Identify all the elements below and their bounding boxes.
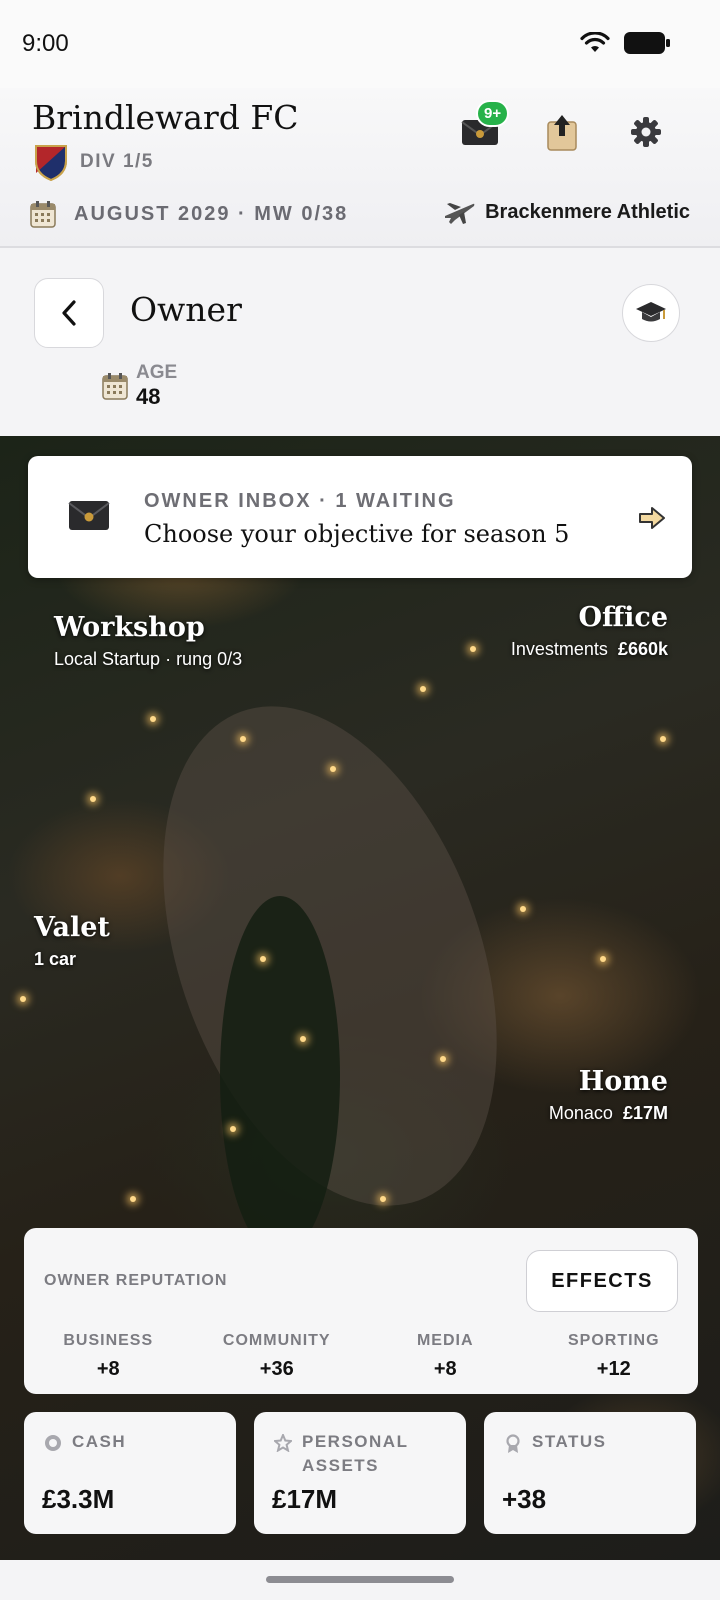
age-label: AGE — [136, 362, 178, 383]
date-row: AUGUST 2029 · MW 0/38 — [30, 200, 348, 228]
home-location[interactable]: Home Monaco £17M — [549, 1066, 668, 1124]
home-bar — [0, 1560, 720, 1600]
award-icon — [506, 1434, 520, 1453]
reputation-stat-sporting: SPORTING +12 — [530, 1332, 699, 1381]
stat-label: MEDIA — [416, 1332, 474, 1349]
garden-light — [660, 736, 666, 742]
tutorial-button[interactable] — [622, 284, 680, 342]
calendar-icon — [30, 201, 56, 228]
club-crest-icon — [35, 145, 67, 181]
reputation-stat-business: BUSINESS +8 — [24, 1332, 193, 1381]
star-icon — [274, 1434, 292, 1452]
chevron-left-icon — [62, 300, 76, 326]
cash-value: £3.3M — [42, 1484, 115, 1514]
personal-assets-card[interactable]: PERSONAL ASSETS £17M — [254, 1412, 466, 1534]
club-name: Brindleward FC — [32, 98, 299, 137]
reputation-stats: BUSINESS +8 COMMUNITY +36 MEDIA +8 SPORT… — [24, 1332, 698, 1381]
stat-label: COMMUNITY — [222, 1332, 331, 1349]
date-text: AUGUST 2029 · MW 0/38 — [74, 202, 349, 225]
workshop-location[interactable]: Workshop Local Startup · rung 0/3 — [54, 612, 242, 670]
division-label: DIV 1/5 — [80, 151, 154, 172]
garden-light — [520, 906, 526, 912]
home-sub-label: Monaco — [548, 1103, 613, 1123]
garden-light — [150, 716, 156, 722]
garden-light — [260, 956, 266, 962]
garden-light — [330, 766, 336, 772]
garden-light — [240, 736, 246, 742]
garden-light — [470, 646, 476, 652]
stat-label: SPORTING — [567, 1332, 660, 1349]
garden-light — [380, 1196, 386, 1202]
stat-value: +8 — [96, 1358, 120, 1380]
inbox-button[interactable]: 9+ — [458, 100, 510, 154]
garden-light — [90, 796, 96, 802]
graduation-cap-icon — [636, 302, 666, 322]
reputation-stat-media: MEDIA +8 — [361, 1332, 530, 1381]
club-header: Brindleward FC DIV 1/5 9+ AUGUST 2029 · … — [0, 88, 720, 248]
next-match[interactable]: Brackenmere Athletic — [443, 198, 690, 226]
cash-card[interactable]: CASH £3.3M — [24, 1412, 236, 1534]
cash-label: CASH — [72, 1432, 127, 1451]
status-card[interactable]: STATUS +38 — [484, 1412, 696, 1534]
office-sub-value: £660k — [617, 639, 668, 659]
arrow-right-icon — [639, 507, 665, 529]
gear-icon — [631, 117, 661, 147]
garden-light — [230, 1126, 236, 1132]
workshop-subtitle: Local Startup · rung 0/3 — [54, 649, 243, 669]
age-row: AGE 48 — [102, 362, 177, 410]
stat-value: +8 — [433, 1358, 457, 1380]
home-indicator[interactable] — [266, 1576, 454, 1583]
assets-label: PERSONAL ASSETS — [302, 1432, 409, 1475]
home-sub-value: £17M — [622, 1103, 668, 1123]
status-bar: 9:00 — [0, 0, 720, 88]
reputation-title: OWNER REPUTATION — [44, 1272, 228, 1289]
wifi-icon — [580, 32, 610, 52]
workshop-title: Workshop — [54, 612, 205, 643]
back-button[interactable] — [34, 278, 104, 348]
division-row: DIV 1/5 — [34, 143, 154, 181]
calendar-icon — [102, 373, 128, 400]
stat-value: +12 — [596, 1358, 631, 1380]
home-title: Home — [578, 1066, 668, 1097]
airplane-icon — [445, 203, 475, 224]
owner-inbox-card[interactable]: OWNER INBOX · 1 WAITING Choose your obje… — [28, 456, 692, 578]
inbox-label: OWNER INBOX · 1 WAITING — [144, 490, 456, 512]
office-sub-label: Investments — [510, 639, 608, 659]
age-value: 48 — [136, 384, 161, 409]
status-icons — [580, 32, 670, 54]
valet-subtitle: 1 car — [34, 949, 77, 969]
stat-value: +36 — [259, 1358, 294, 1380]
office-location[interactable]: Office Investments £660k — [511, 602, 668, 660]
valet-location[interactable]: Valet 1 car — [34, 912, 110, 970]
page-title: Owner — [130, 290, 242, 329]
settings-button[interactable] — [624, 110, 668, 154]
garden-light — [440, 1056, 446, 1062]
page-header: Owner AGE 48 — [0, 250, 720, 436]
coin-icon — [45, 1435, 61, 1451]
upload-button[interactable] — [540, 110, 584, 154]
status-label: STATUS — [532, 1432, 607, 1451]
garden-light — [130, 1196, 136, 1202]
battery-icon — [624, 32, 670, 54]
garden-light — [600, 956, 606, 962]
owner-reputation-card: OWNER REPUTATION EFFECTS BUSINESS +8 COM… — [24, 1228, 698, 1394]
status-value: +38 — [502, 1484, 547, 1514]
opponent-name: Brackenmere Athletic — [485, 200, 690, 223]
stat-label: BUSINESS — [63, 1332, 154, 1349]
reputation-stat-community: COMMUNITY +36 — [193, 1332, 362, 1381]
effects-button[interactable]: EFFECTS — [526, 1250, 678, 1312]
office-title: Office — [578, 602, 668, 633]
status-time: 9:00 — [22, 30, 69, 57]
garden-island — [220, 896, 340, 1256]
inbox-message: Choose your objective for season 5 — [144, 520, 570, 548]
upload-box-icon — [547, 115, 577, 151]
garden-light — [20, 996, 26, 1002]
valet-title: Valet — [34, 912, 110, 943]
envelope-icon — [68, 501, 110, 530]
assets-value: £17M — [272, 1484, 338, 1514]
inbox-badge: 9+ — [476, 100, 510, 127]
garden-light — [300, 1036, 306, 1042]
garden-light — [420, 686, 426, 692]
